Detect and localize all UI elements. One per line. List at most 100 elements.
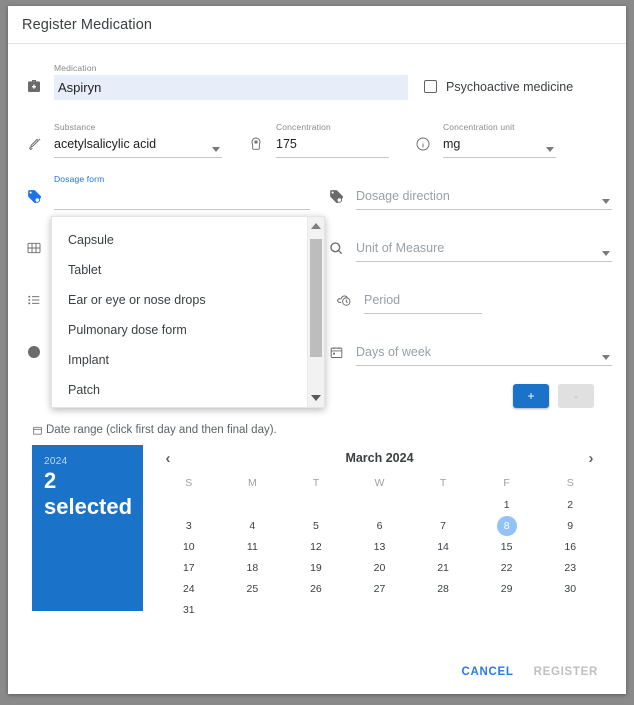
dosage-direction-field[interactable]: Dosage direction: [324, 184, 612, 210]
calendar-day[interactable]: 15: [475, 537, 539, 558]
calendar-day[interactable]: 29: [475, 579, 539, 600]
dosage-form-value[interactable]: [54, 186, 310, 206]
unit-of-measure-placeholder[interactable]: Unit of Measure: [356, 238, 612, 258]
calendar-day[interactable]: 3: [157, 516, 221, 537]
calendar-day[interactable]: 17: [157, 558, 221, 579]
dosage-form-option-list[interactable]: Capsule Tablet Ear or eye or nose drops Pul…: [52, 217, 307, 407]
tag-search-icon: [324, 184, 348, 208]
calendar-day[interactable]: 19: [284, 558, 348, 579]
remove-schedule-button[interactable]: -: [558, 384, 594, 408]
calendar-day[interactable]: 23: [538, 558, 602, 579]
substance-select-wrap[interactable]: Substance acetylsalicylic acid: [54, 122, 222, 158]
calendar-day[interactable]: 20: [348, 558, 412, 579]
scroll-down-arrow-icon[interactable]: [308, 390, 324, 406]
psychoactive-checkbox[interactable]: [424, 80, 437, 93]
calendar-summary-panel: 2024 2 selected: [32, 445, 143, 611]
calendar-day[interactable]: 2: [538, 495, 602, 516]
chevron-down-icon[interactable]: [546, 147, 554, 152]
page-title: Register Medication: [22, 16, 153, 33]
chevron-down-icon[interactable]: [602, 355, 610, 360]
scroll-up-arrow-icon[interactable]: [308, 218, 324, 234]
unit-of-measure-select-wrap[interactable]: Unit of Measure: [356, 238, 612, 262]
calendar-day[interactable]: 31: [157, 600, 221, 621]
concentration-unit-select-wrap[interactable]: Concentration unit mg: [443, 122, 556, 158]
concentration-input[interactable]: 175: [276, 134, 389, 154]
dosage-form-option[interactable]: Implant: [52, 345, 307, 375]
calendar-day[interactable]: 26: [284, 579, 348, 600]
calendar-day[interactable]: 6: [348, 516, 412, 537]
dosage-form-option[interactable]: Tablet: [52, 255, 307, 285]
period-placeholder[interactable]: Period: [364, 290, 482, 310]
dosage-form-field[interactable]: Dosage form: [22, 174, 310, 210]
medication-input-wrap[interactable]: Medication Aspiryn: [54, 63, 408, 100]
medication-field[interactable]: Medication Aspiryn: [22, 63, 408, 100]
calendar-day[interactable]: 11: [221, 537, 285, 558]
unit-of-measure-field[interactable]: Unit of Measure: [324, 236, 612, 262]
calendar-day[interactable]: 8: [475, 516, 539, 537]
calendar-day[interactable]: 13: [348, 537, 412, 558]
calendar-day[interactable]: 22: [475, 558, 539, 579]
days-of-week-placeholder[interactable]: Days of week: [356, 342, 612, 362]
dosage-direction-placeholder[interactable]: Dosage direction: [356, 186, 612, 206]
calendar-day[interactable]: 10: [157, 537, 221, 558]
medication-input[interactable]: Aspiryn: [54, 75, 408, 100]
calendar-day[interactable]: 28: [411, 579, 475, 600]
calendar-day[interactable]: 18: [221, 558, 285, 579]
dosage-form-option[interactable]: Patch: [52, 375, 307, 405]
concentration-input-wrap[interactable]: Concentration 175: [276, 122, 389, 158]
calendar-day[interactable]: 27: [348, 579, 412, 600]
calendar-day[interactable]: 16: [538, 537, 602, 558]
dosage-direction-select-wrap[interactable]: Dosage direction: [356, 186, 612, 210]
calendar-day[interactable]: 5: [284, 516, 348, 537]
date-range-label-row: Date range (click first day and then fin…: [22, 408, 612, 436]
calendar-main: ‹ March 2024 › SMTWTFS 1 2 3 4 5 6 7 8 9 10 11 12 13…: [143, 445, 612, 621]
chevron-down-icon[interactable]: [212, 147, 220, 152]
calendar-day[interactable]: 25: [221, 579, 285, 600]
register-button[interactable]: REGISTER: [524, 660, 608, 684]
calendar-next-button[interactable]: ›: [580, 447, 602, 469]
chevron-down-icon[interactable]: [602, 251, 610, 256]
dosage-form-option[interactable]: Ear or eye or nose drops: [52, 285, 307, 315]
dosage-form-dropdown[interactable]: Capsule Tablet Ear or eye or nose drops Pul…: [51, 216, 325, 408]
chevron-down-icon[interactable]: [602, 199, 610, 204]
calendar-day[interactable]: 24: [157, 579, 221, 600]
substance-value[interactable]: acetylsalicylic acid: [54, 134, 222, 154]
calendar-day[interactable]: 21: [411, 558, 475, 579]
calendar-header: ‹ March 2024 ›: [157, 445, 602, 471]
concentration-icon: [244, 132, 268, 156]
dosage-form-option[interactable]: Capsule: [52, 225, 307, 255]
calendar-day[interactable]: 7: [411, 516, 475, 537]
concentration-field[interactable]: Concentration 175: [244, 122, 389, 158]
medication-label: Medication: [54, 63, 97, 73]
calendar-summary-count: 2: [44, 468, 57, 493]
scrollbar-thumb[interactable]: [310, 239, 322, 357]
concentration-unit-value[interactable]: mg: [443, 134, 556, 154]
calendar-day[interactable]: 30: [538, 579, 602, 600]
date-range-label: Date range (click first day and then fin…: [46, 424, 277, 436]
days-of-week-select-wrap[interactable]: Days of week: [356, 342, 612, 366]
calendar-day[interactable]: 9: [538, 516, 602, 537]
calendar-day[interactable]: 4: [221, 516, 285, 537]
psychoactive-checkbox-row[interactable]: Psychoactive medicine: [424, 74, 573, 99]
calendar-dow: M: [247, 477, 257, 489]
calendar-day[interactable]: 12: [284, 537, 348, 558]
concentration-unit-field[interactable]: Concentration unit mg: [411, 122, 556, 158]
calendar-day[interactable]: 1: [475, 495, 539, 516]
period-field[interactable]: Period: [332, 288, 547, 314]
calendar-summary-year: 2024: [44, 456, 68, 467]
cancel-button[interactable]: CANCEL: [451, 660, 523, 684]
calendar-small-icon: [32, 425, 43, 436]
calendar-dow-row: SMTWTFS: [157, 471, 602, 495]
days-of-week-field[interactable]: Days of week: [324, 340, 612, 366]
dosage-form-select-wrap[interactable]: Dosage form: [54, 174, 310, 210]
calendar-prev-button[interactable]: ‹: [157, 447, 179, 469]
substance-field[interactable]: Substance acetylsalicylic acid: [22, 122, 222, 158]
syringe-icon: [22, 132, 46, 156]
add-schedule-button[interactable]: +: [513, 384, 549, 408]
period-input-wrap[interactable]: Period: [364, 290, 482, 314]
dropdown-scrollbar[interactable]: [307, 217, 324, 407]
days-of-week-underline: [356, 365, 612, 366]
calendar-day[interactable]: 14: [411, 537, 475, 558]
dosage-form-option[interactable]: Pulmonary dose form: [52, 315, 307, 345]
calendar-dow: S: [566, 477, 574, 489]
